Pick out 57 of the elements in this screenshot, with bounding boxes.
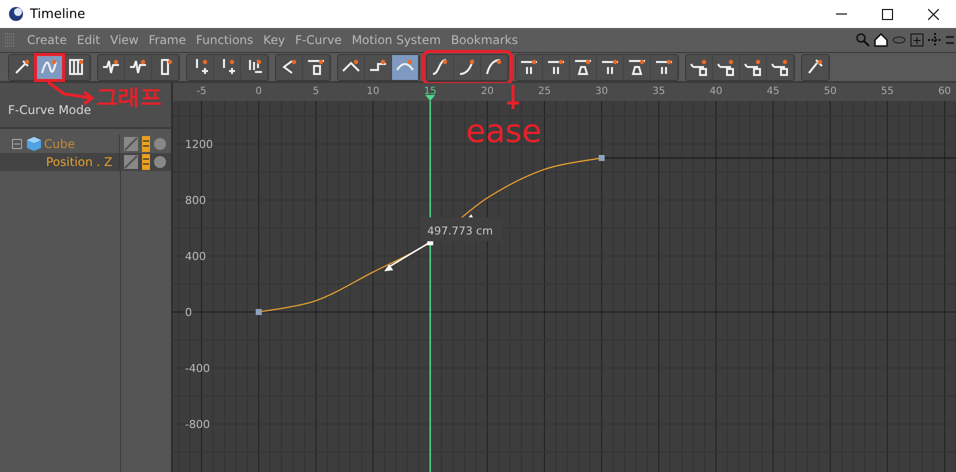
window-title: Timeline (30, 6, 86, 22)
value-label: 800 (185, 194, 206, 207)
toolbar-button[interactable] (36, 54, 63, 80)
menu-item[interactable]: F-Curve (290, 33, 347, 47)
menu-item[interactable]: Edit (72, 33, 106, 47)
layer-icon[interactable] (142, 154, 150, 170)
ruler-label: 50 (824, 86, 837, 97)
mode-label: F-Curve Mode (8, 103, 92, 117)
app-logo-icon (8, 6, 24, 22)
menu-item[interactable]: Key (258, 33, 290, 47)
close-icon[interactable] (928, 8, 938, 20)
ruler-label: 30 (595, 86, 608, 97)
tree-row[interactable]: Position . Z (0, 153, 171, 171)
value-label: -800 (185, 418, 210, 431)
ruler-label: 60 (938, 86, 951, 97)
value-label: -400 (185, 362, 210, 375)
annotation-arrow (46, 80, 96, 106)
annotation-text: 그래프 (96, 84, 162, 112)
menu-item[interactable]: Functions (191, 33, 258, 47)
value-label: 400 (185, 250, 206, 263)
ruler-label: 35 (652, 86, 666, 97)
frame-all-icon[interactable] (910, 33, 924, 47)
home-icon[interactable] (874, 33, 888, 47)
value-label: 0 (185, 306, 192, 319)
value-label: 1200 (185, 138, 213, 151)
toolbar-button[interactable] (392, 54, 419, 80)
ruler-label: 25 (538, 86, 551, 97)
ruler-label: 5 (312, 86, 320, 97)
menu-item[interactable]: Create (22, 33, 72, 47)
mode-toggle-icon[interactable] (124, 137, 138, 151)
collapse-icon[interactable] (12, 139, 22, 149)
ruler-label: -5 (196, 86, 207, 97)
menu-item[interactable]: View (105, 33, 144, 47)
ruler-label: 40 (710, 86, 722, 97)
annotation-text: ease (466, 112, 542, 150)
ruler-label: 45 (766, 86, 780, 97)
menu-item[interactable]: Motion System (346, 33, 446, 47)
ruler-label: 55 (881, 86, 894, 97)
menu-item[interactable]: Frame (144, 33, 191, 47)
move-icon[interactable] (928, 33, 942, 47)
solo-dot-icon[interactable] (154, 138, 166, 150)
cube-icon (26, 136, 42, 152)
value-readout: 497.773 cm (427, 224, 493, 238)
layer-icon[interactable] (142, 136, 150, 152)
minimize-icon[interactable] (836, 13, 846, 15)
menu-item[interactable]: Bookmarks (446, 33, 523, 47)
track-label: Cube (44, 137, 75, 151)
ruler-label: 15 (424, 86, 437, 97)
ruler-label: 20 (480, 86, 494, 97)
ruler-label: 10 (366, 86, 380, 97)
grip-icon[interactable] (4, 33, 16, 47)
annotation-arrow (506, 85, 520, 111)
mode-toggle-icon[interactable] (124, 155, 138, 169)
ruler-label: 0 (256, 86, 262, 97)
solo-dot-icon[interactable] (154, 156, 166, 168)
maximize-icon[interactable] (882, 8, 892, 20)
track-label: Position . Z (46, 155, 112, 169)
